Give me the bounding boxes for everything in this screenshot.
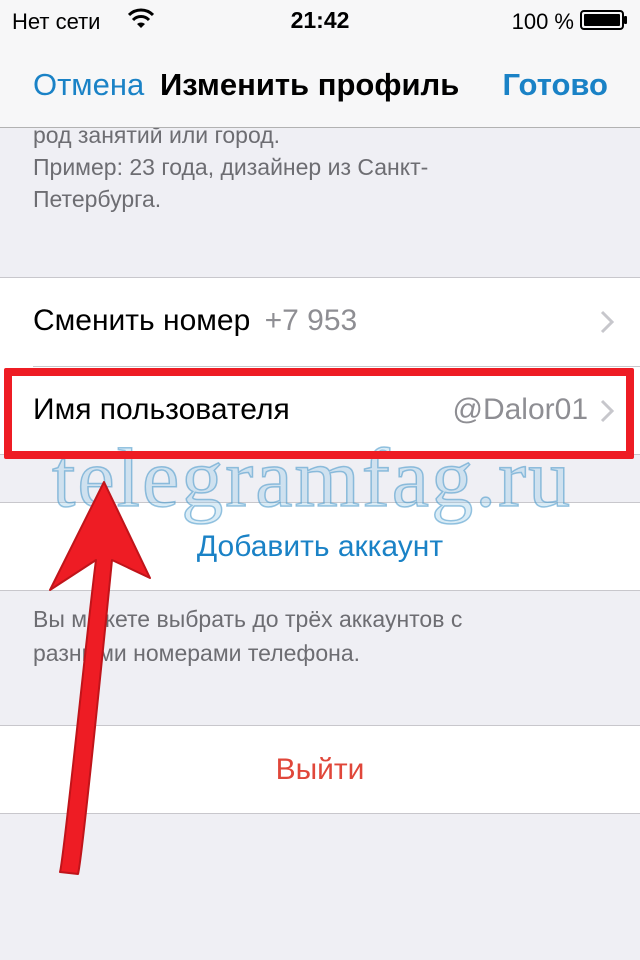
accounts-hint-line: Вы можете выбрать до трёх аккаунтов с (33, 606, 463, 632)
bio-hint-line: Петербурга. (33, 186, 162, 212)
add-account-button[interactable]: Добавить аккаунт (0, 530, 640, 564)
logout-button[interactable]: Выйти (0, 753, 640, 787)
status-bar: Нет сети 21:42 100 % (0, 0, 640, 40)
done-button[interactable]: Готово (503, 67, 609, 103)
accounts-hint: Вы можете выбрать до трёх аккаунтов с ра… (33, 602, 613, 670)
highlight-box (4, 368, 634, 459)
bio-hint-line: Пример: 23 года, дизайнер из Санкт- (33, 154, 429, 180)
battery-percent: 100 % (511, 9, 574, 34)
phone-number-value: +7 953 (264, 304, 358, 337)
change-number-row[interactable]: Сменить номер +7 953 (0, 278, 640, 366)
chevron-right-icon (600, 310, 614, 334)
bio-hint-line: род занятий или город. (33, 128, 281, 148)
logout-group: Выйти (0, 725, 640, 814)
page-title: Изменить профиль (160, 67, 460, 102)
battery-icon (580, 10, 627, 30)
change-number-label: Сменить номер +7 953 (33, 304, 358, 337)
navigation-bar: Отмена Изменить профиль Готово (0, 40, 640, 128)
accounts-hint-line: разными номерами телефона. (33, 640, 360, 666)
cancel-button[interactable]: Отмена (33, 67, 144, 103)
bio-hint: род занятий или город. Пример: 23 года, … (33, 128, 613, 220)
